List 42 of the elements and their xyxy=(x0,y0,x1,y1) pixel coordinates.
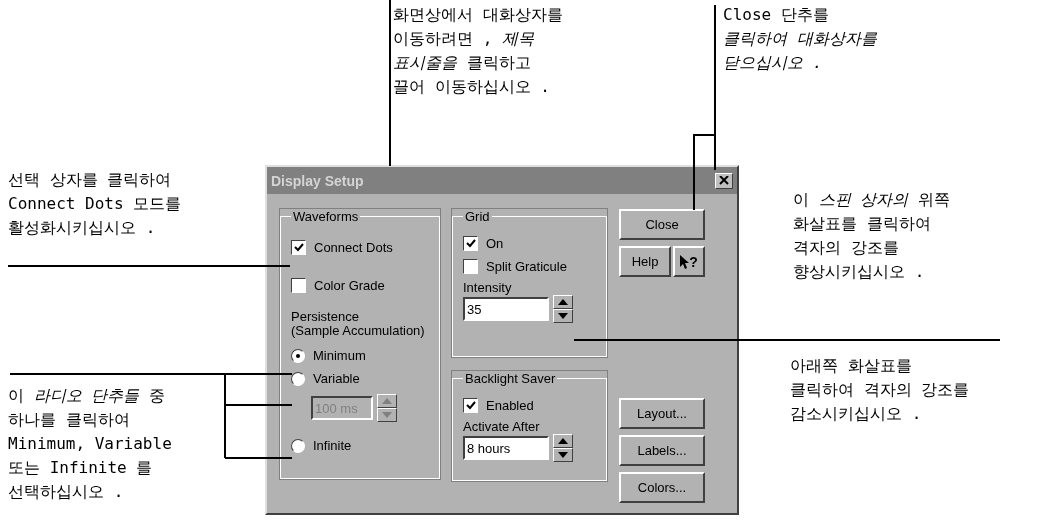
callout-text: 아래쪽 화살표를 클릭하여 격자의 강조를 감소시키십시오 . xyxy=(790,355,970,425)
spin-field[interactable]: 35 xyxy=(463,297,549,321)
checkbox-label: Color Grade xyxy=(314,278,385,293)
spin-label: Intensity xyxy=(463,280,513,295)
spin-label: Activate After xyxy=(463,419,541,434)
group-label: Waveforms xyxy=(292,209,360,224)
radio-label: Variable xyxy=(313,371,360,386)
checkbox[interactable] xyxy=(291,240,306,255)
spin-arrows-icon[interactable] xyxy=(553,295,573,323)
radio-label: Infinite xyxy=(313,438,352,453)
group-label: Backlight Saver xyxy=(464,371,557,386)
checkbox[interactable] xyxy=(463,236,478,251)
cursor-arrow-icon xyxy=(680,254,690,269)
radio-label: Minimum xyxy=(313,348,366,363)
checkbox-label: Enabled xyxy=(486,398,534,413)
checkbox-label: On xyxy=(486,236,504,251)
callout-text: 이 스핀 상자의 위쪽 화살표를 클릭하여 격자의 강조를 향상시키십시오 . xyxy=(793,189,950,283)
checkbox[interactable] xyxy=(463,398,478,413)
checkbox[interactable] xyxy=(463,259,478,274)
help-button[interactable]: Help xyxy=(619,246,671,277)
close-button[interactable]: Close xyxy=(619,209,705,240)
spin-arrows-icon[interactable] xyxy=(377,394,397,422)
dialog-button[interactable]: Colors... xyxy=(619,472,705,503)
persistence-label: Persistence (Sample Accumulation) xyxy=(291,310,426,338)
close-icon[interactable] xyxy=(715,172,733,189)
callout-text: 선택 상자를 클릭하여 Connect Dots 모드를 활성화시키십시오 . xyxy=(8,169,182,239)
radio-button[interactable] xyxy=(291,438,305,453)
radio-button[interactable] xyxy=(291,371,305,386)
callout-text: Close 단추를 클릭하여 대화상자를 닫으십시오 . xyxy=(723,4,877,74)
dialog-button[interactable]: Labels... xyxy=(619,435,705,466)
dialog-button[interactable]: Layout... xyxy=(619,398,705,429)
radio-button[interactable] xyxy=(291,348,305,363)
checkbox-label: Split Graticule xyxy=(486,259,567,274)
spin-arrows-icon[interactable] xyxy=(553,434,573,462)
context-help-button[interactable]: ? xyxy=(673,246,705,277)
callout-text: 화면상에서 대화상자를 이동하려면 , 제목 표시줄을 클릭하고 끌어 이동하십시오 . xyxy=(393,4,563,98)
checkbox-label: Connect Dots xyxy=(314,240,393,255)
group-label: Grid xyxy=(464,209,491,224)
checkbox[interactable] xyxy=(291,278,306,293)
callout-text: 이 라디오 단추들 중 하나를 클릭하여 Minimum, Variable 또는 Infinite 를 선택하십시오 . xyxy=(8,385,172,503)
window-title: Display Setup xyxy=(271,172,364,189)
spin-field[interactable]: 8 hours xyxy=(463,436,549,460)
